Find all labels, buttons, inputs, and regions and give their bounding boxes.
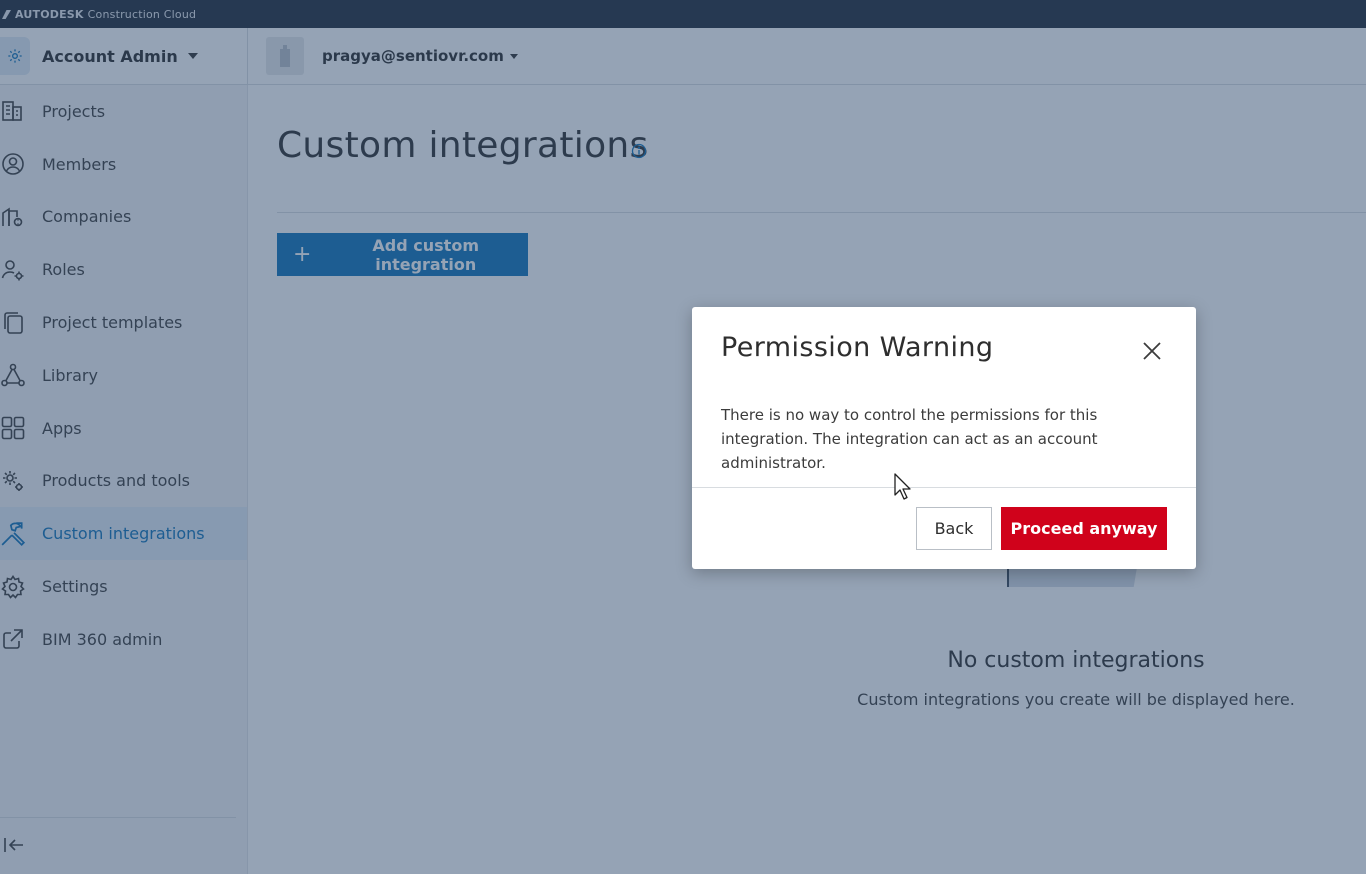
close-button[interactable] bbox=[1138, 337, 1166, 365]
dialog-title: Permission Warning bbox=[721, 332, 994, 363]
proceed-anyway-button[interactable]: Proceed anyway bbox=[1001, 507, 1167, 550]
mouse-cursor-icon bbox=[894, 473, 911, 500]
dialog-divider bbox=[692, 487, 1196, 488]
dialog-message: There is no way to control the permissio… bbox=[721, 406, 1098, 472]
close-icon bbox=[1143, 342, 1161, 360]
back-button[interactable]: Back bbox=[916, 507, 992, 550]
permission-warning-dialog: Permission Warning There is no way to co… bbox=[692, 307, 1196, 569]
